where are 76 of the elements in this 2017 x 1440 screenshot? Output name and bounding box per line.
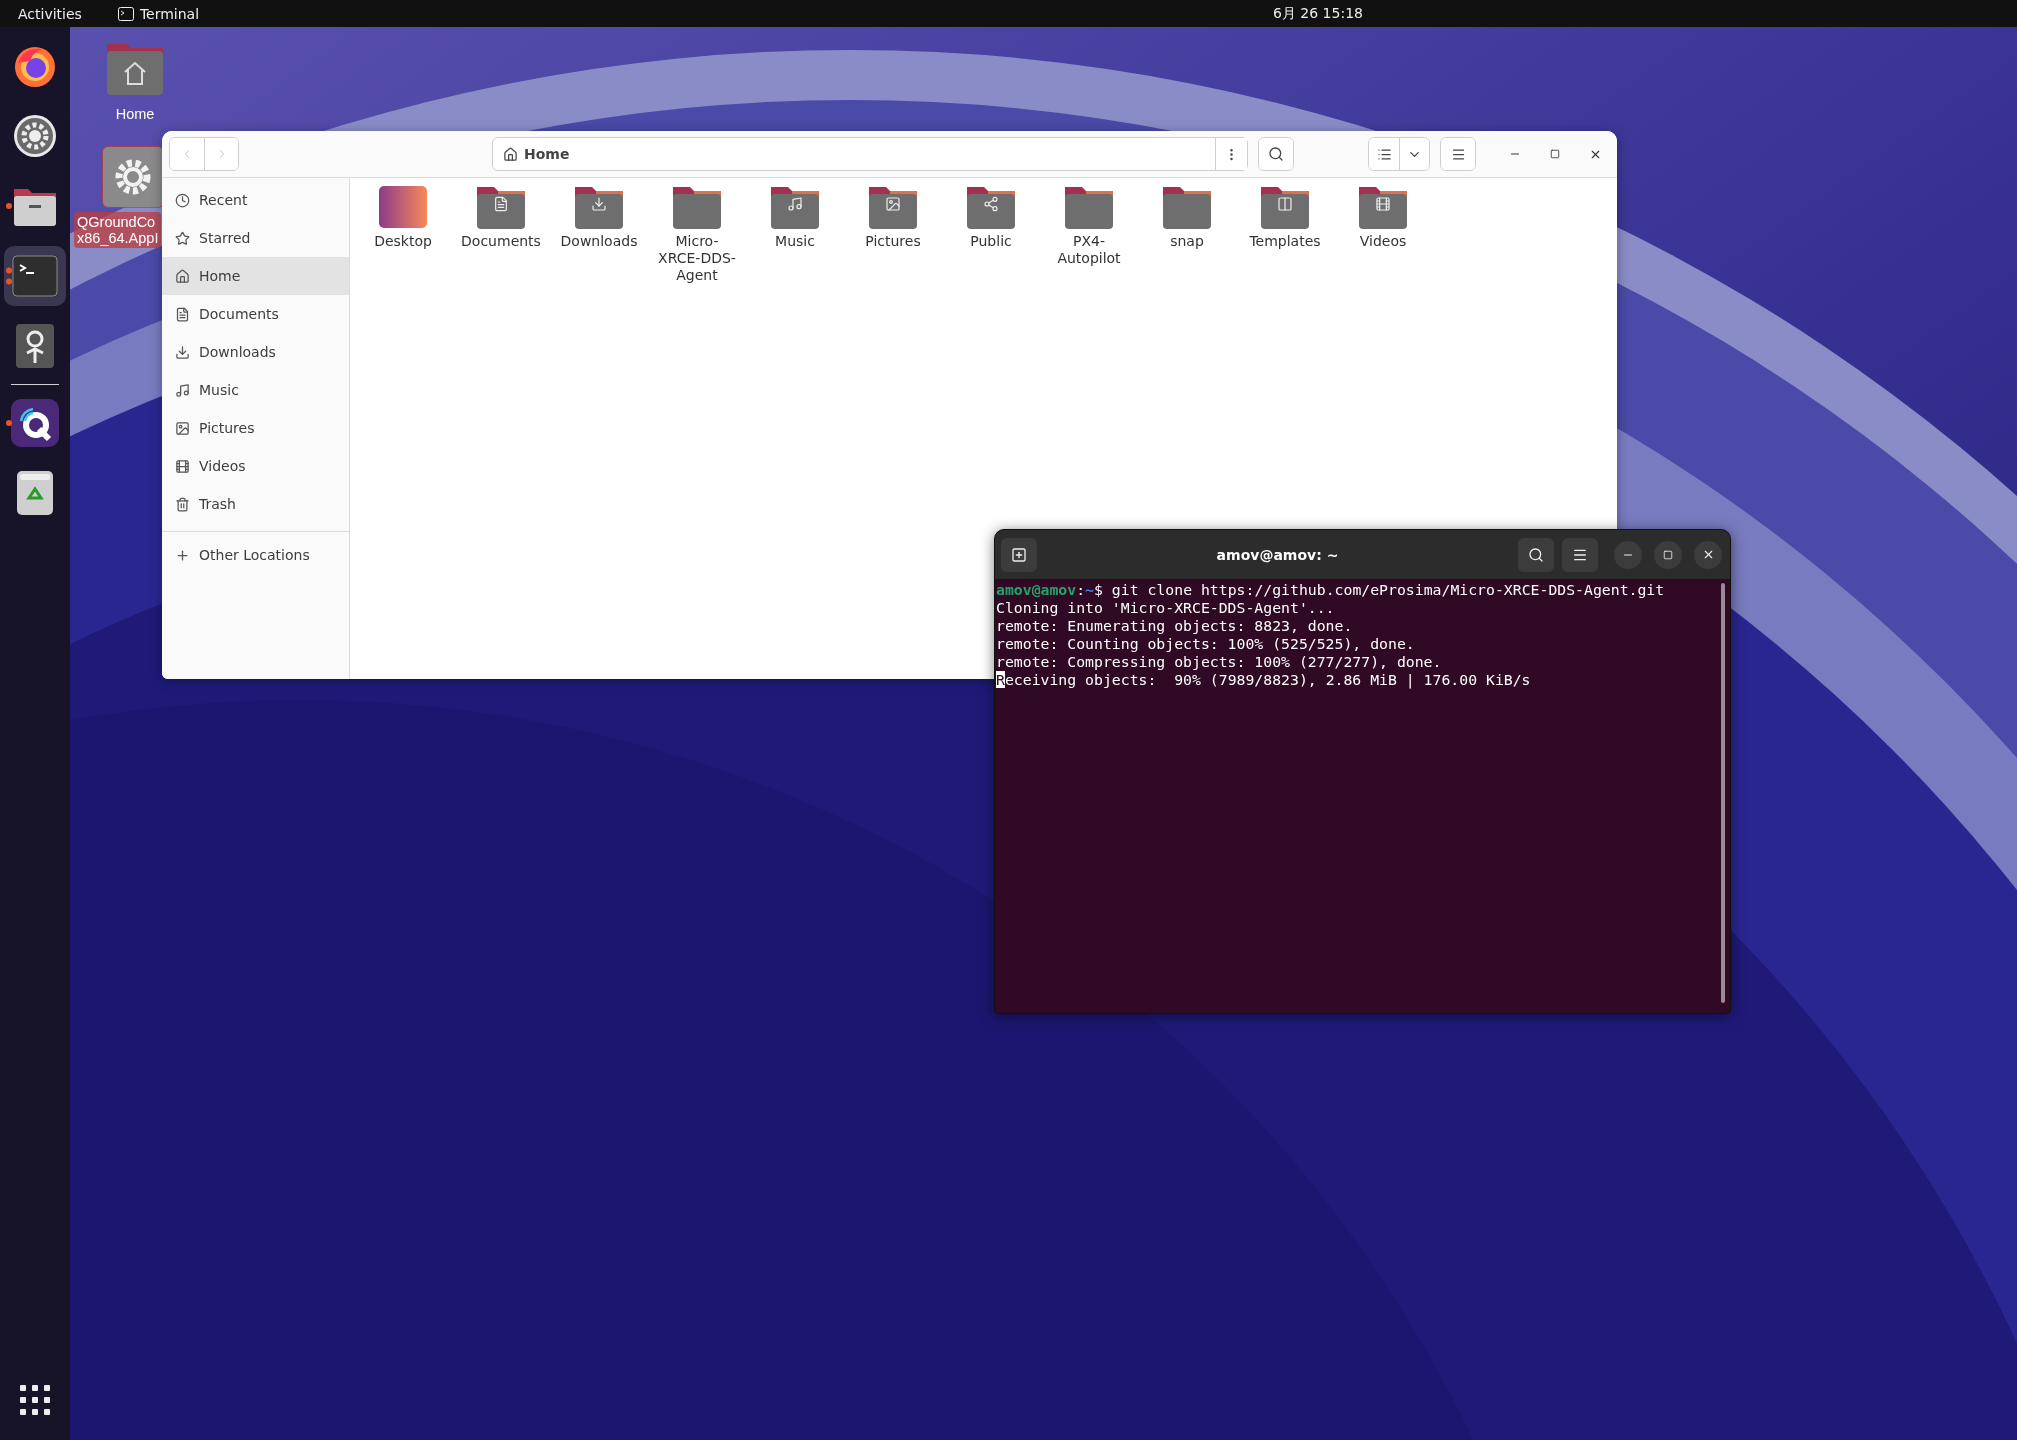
terminal-icon[interactable] xyxy=(12,255,58,297)
sidebar-item[interactable]: Music xyxy=(162,371,349,409)
plus-icon xyxy=(1011,546,1027,563)
sidebar-item[interactable]: Pictures xyxy=(162,409,349,447)
search-button[interactable] xyxy=(1518,537,1554,572)
terminal-line: remote: Compressing objects: 100% (277/277), done. xyxy=(996,653,1443,671)
documents-icon xyxy=(175,306,190,322)
activities-button[interactable]: Activities xyxy=(18,5,82,22)
sidebar-item[interactable]: Trash xyxy=(162,485,349,523)
videos-icon xyxy=(175,458,190,474)
folder-icon xyxy=(966,184,1016,230)
list-icon xyxy=(1376,146,1392,162)
qgc-icon[interactable] xyxy=(11,399,59,447)
close-button[interactable] xyxy=(1694,540,1722,569)
other-icon xyxy=(175,547,190,563)
home-icon xyxy=(503,146,518,162)
home-icon xyxy=(175,268,190,284)
sidebar-item[interactable]: Downloads xyxy=(162,333,349,371)
folder-icon xyxy=(770,184,820,230)
folder-icon xyxy=(1260,184,1310,230)
folder-icon xyxy=(672,184,722,230)
starred-icon xyxy=(175,230,190,246)
sidebar-item[interactable]: Starred xyxy=(162,219,349,257)
app-menu[interactable]: Terminal xyxy=(139,5,200,22)
search-icon xyxy=(1528,546,1544,563)
folder-icon xyxy=(1358,184,1408,230)
menu-button[interactable] xyxy=(1441,138,1475,170)
folder-icon xyxy=(868,184,918,230)
folder-label[interactable]: PX4- Autopilot xyxy=(1057,233,1121,267)
folder-label[interactable]: Public xyxy=(970,233,1012,250)
terminal-line: amov@amov:~$ git clone https://github.com/eProsima/Micro-XRCE-DDS-Agent.git xyxy=(996,581,1666,599)
folder-icon xyxy=(574,184,624,230)
sidebar-item[interactable]: Other Locations xyxy=(162,536,349,574)
sidebar-item[interactable]: Videos xyxy=(162,447,349,485)
folder-label[interactable]: Documents xyxy=(461,233,541,250)
desktop-icon-label[interactable]: Home xyxy=(112,104,158,124)
terminal-line: remote: Counting objects: 100% (525/525), done. xyxy=(996,635,1416,653)
trash-icon xyxy=(175,496,190,512)
sidebar-item[interactable]: Home xyxy=(162,257,349,295)
folder-icon xyxy=(1162,184,1212,230)
folder-label[interactable]: Pictures xyxy=(865,233,921,250)
folder-label[interactable]: Downloads xyxy=(560,233,638,250)
desktop-icon-label[interactable]: QGroundCo x86_64.AppI xyxy=(74,212,162,248)
folder-label[interactable]: Templates xyxy=(1249,233,1321,250)
maximize-icon xyxy=(1550,149,1560,159)
folder-label[interactable]: Music xyxy=(775,233,815,250)
terminal-line: Cloning into 'Micro-XRCE-DDS-Agent'... xyxy=(996,599,1336,617)
sidebar-item[interactable]: Documents xyxy=(162,295,349,333)
new-tab-button[interactable] xyxy=(1001,537,1037,572)
search-button[interactable] xyxy=(1259,138,1293,170)
folder-label[interactable]: Micro- XRCE-DDS- Agent xyxy=(658,233,736,284)
folder-icon xyxy=(1064,184,1114,230)
menu-icon xyxy=(1450,146,1466,162)
recent-icon xyxy=(175,192,190,208)
maximize-icon xyxy=(1663,549,1673,560)
trash-icon[interactable] xyxy=(16,470,54,516)
gear-icon[interactable] xyxy=(103,147,163,207)
settings-icon[interactable] xyxy=(12,113,58,159)
desktop-folder-icon xyxy=(378,184,428,230)
home-folder-icon[interactable] xyxy=(106,42,164,96)
pictures-icon xyxy=(175,420,190,436)
maximize-button[interactable] xyxy=(1654,540,1682,569)
music-icon xyxy=(175,382,190,398)
clock[interactable]: 6月 26 15:18 xyxy=(1273,4,2017,23)
menu-button[interactable] xyxy=(1562,537,1598,572)
downloads-icon xyxy=(175,344,190,360)
folder-label[interactable]: snap xyxy=(1170,233,1204,250)
search-icon xyxy=(1268,146,1284,162)
terminal-line: remote: Enumerating objects: 8823, done. xyxy=(996,617,1354,635)
folder-label[interactable]: Videos xyxy=(1359,233,1407,250)
window-title: amov@amov: ~ xyxy=(1215,546,1340,563)
folder-icon xyxy=(476,184,526,230)
app-grid-icon[interactable] xyxy=(20,1385,50,1415)
terminal-icon xyxy=(117,6,134,21)
folder-label[interactable]: Desktop xyxy=(374,233,432,250)
sidebar-item[interactable]: Recent xyxy=(162,181,349,219)
